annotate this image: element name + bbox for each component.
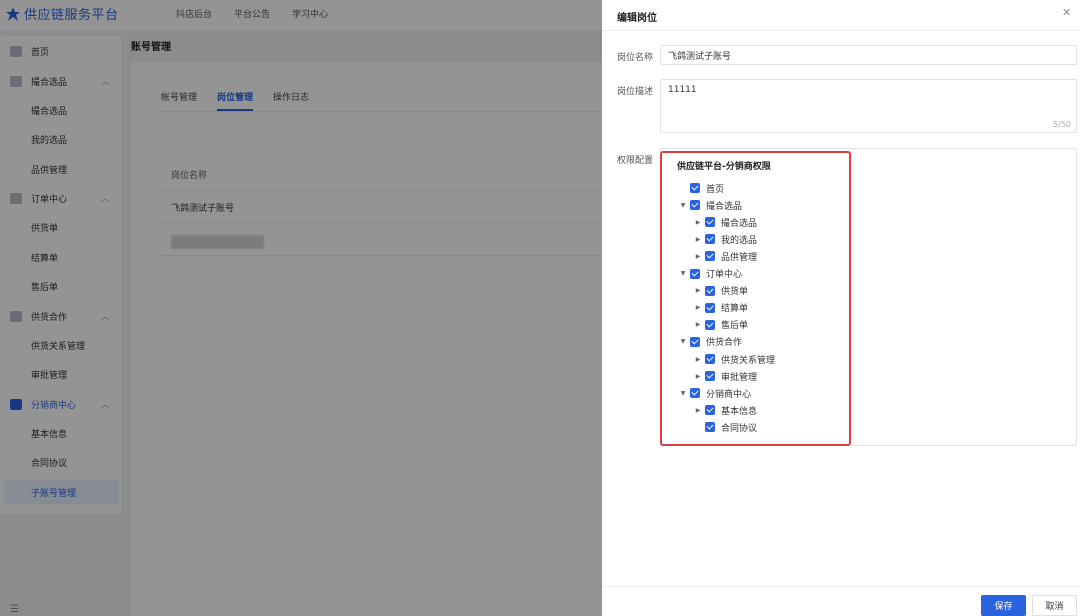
tree-node-label: 供货单 (721, 287, 749, 298)
checkbox[interactable] (705, 251, 715, 262)
checkbox[interactable] (705, 405, 715, 416)
checkbox[interactable] (690, 336, 700, 347)
checkbox[interactable] (690, 200, 700, 211)
tree-node[interactable]: ▶ 供货单 (661, 285, 1061, 297)
tree-node-label: 审批管理 (721, 372, 758, 383)
caret-right-icon[interactable]: ▶ (694, 218, 702, 226)
checkbox[interactable] (690, 183, 700, 193)
checkbox[interactable] (705, 422, 715, 433)
caret-down-icon[interactable]: ▼ (679, 389, 687, 397)
checkbox[interactable] (705, 285, 715, 296)
caret-right-icon[interactable]: ▶ (694, 304, 702, 312)
tree-node-label: 首页 (706, 184, 725, 195)
char-count: 5/50 (1053, 120, 1071, 129)
tree-node[interactable]: ▼ 订单中心 (661, 268, 1061, 280)
caret-right-icon[interactable]: ▶ (694, 321, 702, 329)
caret-right-icon[interactable]: ▶ (694, 287, 702, 295)
permission-tree: 供应链平台-分销商权限 首页 ▼ 撮合选品 ▶ 撮合选品 ▶ 我的选品 ▶ 品供管理 ▼ 订单中心 ▶… (660, 148, 1077, 446)
caret-right-icon[interactable]: ▶ (694, 372, 702, 380)
caret-right-icon[interactable]: ▶ (694, 406, 702, 414)
tree-node[interactable]: ▼ 分销商中心 (661, 387, 1061, 400)
position-desc-label: 岗位描述 (617, 87, 654, 97)
checkbox[interactable] (705, 371, 715, 382)
checkbox[interactable] (705, 217, 715, 228)
tree-node-label: 结算单 (721, 304, 749, 315)
tree-node-label: 供货合作 (706, 338, 743, 349)
tree-node[interactable]: ▶ 审批管理 (661, 370, 1061, 383)
save-button[interactable]: 保存 (981, 595, 1026, 616)
drawer-footer-divider (602, 586, 1080, 587)
caret-right-icon[interactable]: ▶ (694, 252, 702, 260)
tree-node-label: 品供管理 (721, 252, 758, 263)
position-name-input[interactable]: 飞鸽测试子账号 (660, 45, 1077, 65)
checkbox[interactable] (705, 302, 715, 313)
close-icon[interactable]: ✕ (1062, 6, 1071, 19)
tree-node[interactable]: 首页 (661, 182, 1061, 195)
position-desc-value: 11111 (668, 85, 697, 95)
tree-node[interactable]: ▶ 结算单 (661, 302, 1061, 314)
caret-down-icon[interactable]: ▼ (679, 338, 687, 346)
tree-node[interactable]: ▶ 我的选品 (661, 233, 1061, 246)
checkbox[interactable] (690, 268, 700, 279)
tree-node[interactable]: ▶ 供货关系管理 (661, 353, 1061, 366)
edit-position-drawer: 编辑岗位 ✕ 岗位名称 飞鸽测试子账号 岗位描述 11111 5/50 权限配置… (602, 0, 1080, 616)
tree-node[interactable]: 合同协议 (661, 421, 1061, 434)
checkbox[interactable] (705, 319, 715, 330)
position-name-value: 飞鸽测试子账号 (668, 51, 732, 62)
checkbox[interactable] (705, 234, 715, 245)
cancel-button[interactable]: 取消 (1032, 595, 1077, 616)
tree-node-label: 撮合选品 (706, 201, 743, 212)
tree-node-label: 基本信息 (721, 406, 758, 417)
drawer-divider (602, 30, 1080, 31)
position-name-label: 岗位名称 (617, 53, 654, 63)
caret-right-icon[interactable]: ▶ (694, 235, 702, 243)
tree-node-label: 合同协议 (721, 423, 758, 434)
caret-down-icon[interactable]: ▼ (679, 270, 687, 278)
tree-node[interactable]: ▶ 售后单 (661, 319, 1061, 331)
tree-node-label: 撮合选品 (721, 218, 758, 229)
checkbox[interactable] (690, 388, 700, 399)
position-desc-textarea[interactable]: 11111 5/50 (660, 79, 1077, 133)
permission-config-label: 权限配置 (617, 156, 654, 166)
tree-node[interactable]: ▶ 撮合选品 (661, 216, 1061, 229)
tree-node[interactable]: ▶ 基本信息 (661, 404, 1061, 417)
caret-down-icon[interactable]: ▼ (679, 201, 687, 209)
tree-node[interactable]: ▼ 撮合选品 (661, 199, 1061, 212)
permission-tree-title: 供应链平台-分销商权限 (677, 162, 771, 172)
modal-overlay[interactable] (0, 0, 602, 616)
tree-node-label: 我的选品 (721, 235, 758, 246)
drawer-title: 编辑岗位 (617, 13, 657, 24)
checkbox[interactable] (705, 354, 715, 364)
tree-node[interactable]: ▼ 供货合作 (661, 336, 1061, 348)
caret-right-icon[interactable]: ▶ (694, 355, 702, 363)
tree-node-label: 售后单 (721, 321, 749, 332)
tree-node-label: 分销商中心 (706, 389, 752, 400)
tree-node-label: 订单中心 (706, 270, 743, 280)
tree-node[interactable]: ▶ 品供管理 (661, 250, 1061, 263)
tree-node-label: 供货关系管理 (721, 355, 776, 366)
